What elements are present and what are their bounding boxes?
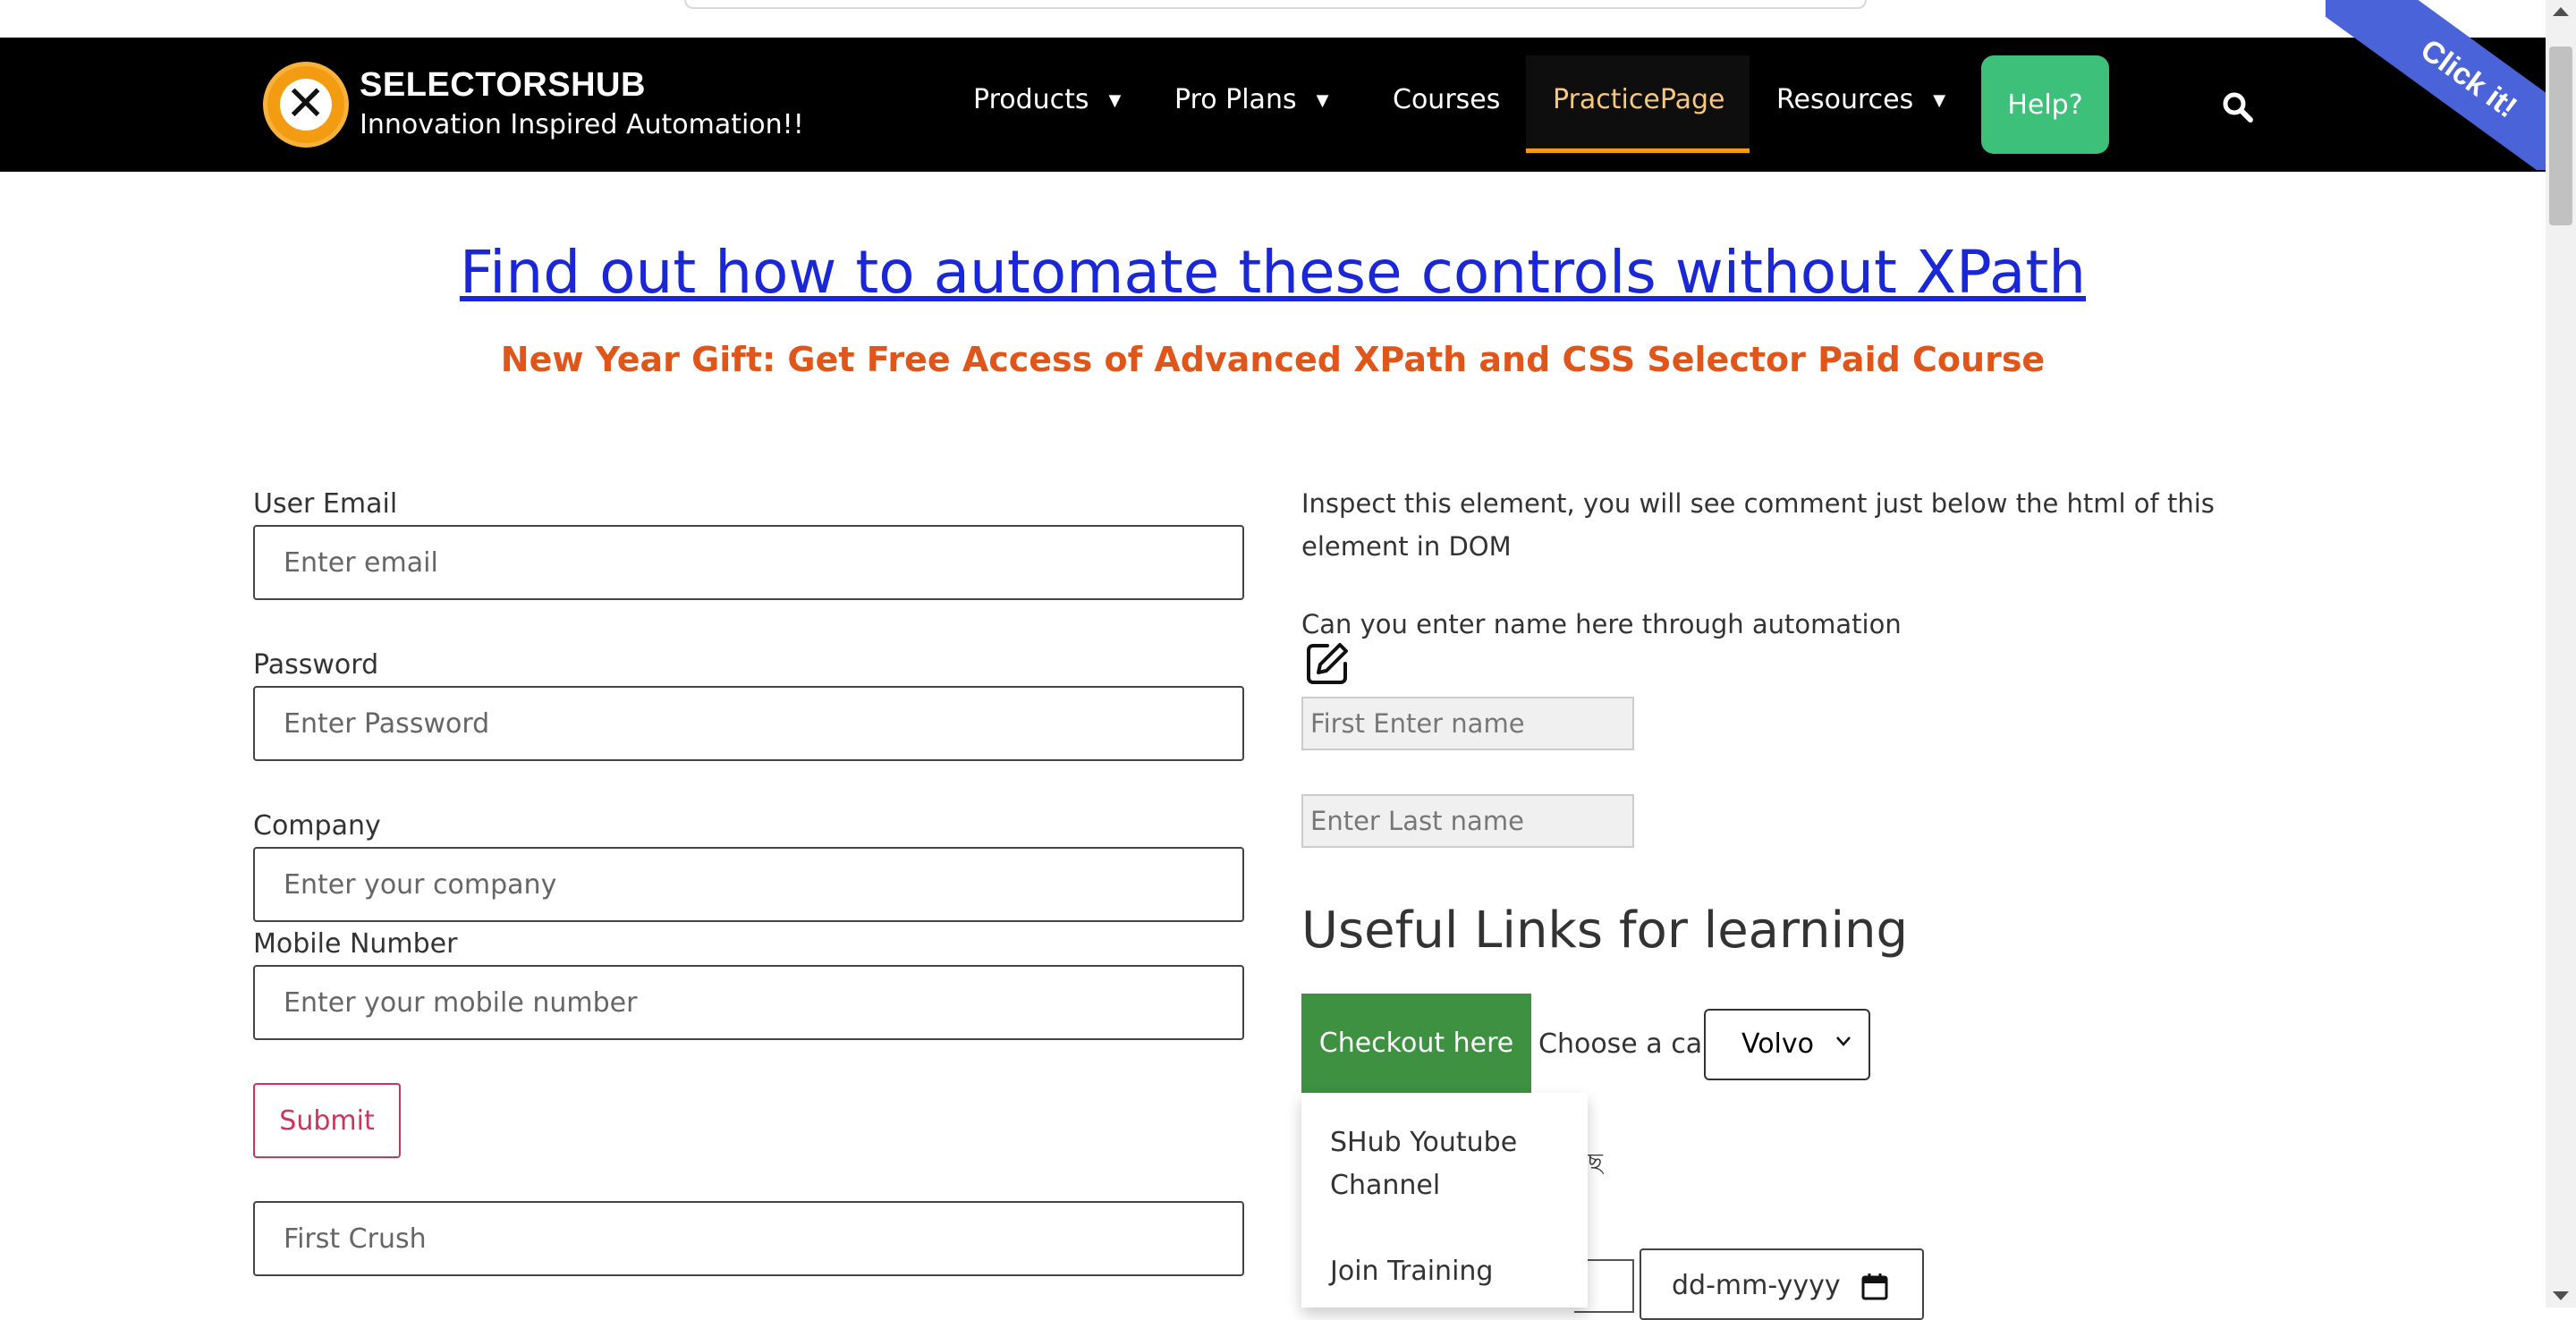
inspect-element-text: Inspect this element, you will see comme… [1301,488,2215,562]
nav-item-practicepage[interactable]: PracticePage [1553,84,1724,115]
user-email-input[interactable] [253,525,1244,600]
nav-item-products[interactable]: Products ▼ [973,84,1121,115]
mobile-number-label: Mobile Number [253,928,458,960]
car-select-value: Volvo [1741,1028,1814,1060]
useful-links-dropdown: SHub Youtube Channel Join Training [1301,1093,1588,1307]
selectorshub-logo-icon[interactable]: ✕ [263,62,349,148]
scrollbar-thumb[interactable] [2549,47,2572,225]
partial-text: ছ [1588,1147,1603,1177]
nav-item-label: Resources [1776,84,1914,115]
company-input[interactable] [253,847,1244,922]
chevron-down-icon [1836,1037,1851,1046]
automate-controls-link[interactable]: Find out how to automate these controls … [0,238,2546,307]
password-input[interactable] [253,686,1244,761]
calendar-icon[interactable] [1860,1272,1890,1302]
dropdown-item-shub-youtube[interactable]: SHub Youtube Channel [1330,1121,1545,1207]
caret-down-icon: ▼ [1316,91,1329,110]
nav-item-courses[interactable]: Courses [1393,84,1500,115]
scroll-down-icon[interactable] [2553,1291,2569,1300]
company-label: Company [253,810,381,842]
search-icon[interactable] [2220,89,2256,125]
nav-active-underline [1526,148,1750,153]
password-label: Password [253,649,379,681]
scroll-up-icon[interactable] [2553,7,2569,16]
brand-name[interactable]: SELECTORSHUB [360,66,646,105]
nav-item-label: Products [973,84,1089,115]
brand-tagline: Innovation Inspired Automation!! [360,109,804,140]
date-placeholder: dd-mm-yyyy [1672,1270,1841,1301]
automation-prompt-text: Can you enter name here through automati… [1301,609,1902,639]
ribbon-label: Click it! [2326,0,2546,170]
browser-top-bar-remnant [684,0,1867,9]
user-email-label: User Email [253,488,398,520]
nav-item-pro-plans[interactable]: Pro Plans ▼ [1174,84,1328,115]
choose-car-label: Choose a car: [1538,1028,1723,1060]
useful-links-heading: Useful Links for learning [1301,901,1909,960]
car-select[interactable]: Volvo [1704,1009,1870,1080]
checkout-here-button[interactable]: Checkout here [1301,994,1531,1093]
first-crush-input[interactable] [253,1201,1244,1276]
last-name-input[interactable] [1301,794,1634,848]
nav-item-label: Pro Plans [1174,84,1297,115]
nav-item-label: PracticePage [1553,84,1725,115]
new-year-gift-text: New Year Gift: Get Free Access of Advanc… [500,340,2046,379]
help-button[interactable]: Help? [1981,55,2109,154]
nav-item-resources[interactable]: Resources ▼ [1776,84,1945,115]
date-input[interactable]: dd-mm-yyyy [1640,1248,1924,1320]
click-it-ribbon[interactable]: Click it! [2326,0,2546,170]
edit-icon[interactable] [1304,640,1351,687]
first-name-input[interactable] [1301,697,1634,750]
caret-down-icon: ▼ [1933,91,1946,110]
submit-button[interactable]: Submit [253,1083,401,1158]
caret-down-icon: ▼ [1108,91,1122,110]
nav-item-label: Courses [1393,84,1501,115]
dropdown-item-join-training[interactable]: Join Training [1330,1250,1493,1293]
mobile-number-input[interactable] [253,965,1244,1040]
